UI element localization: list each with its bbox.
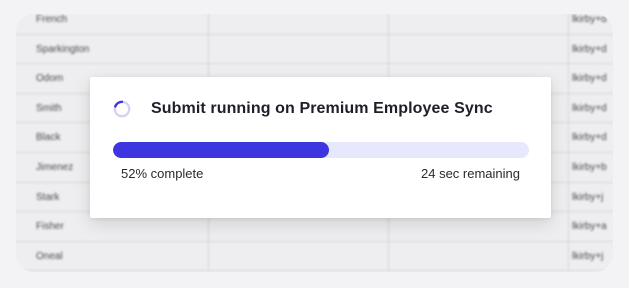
- column-divider: [568, 14, 569, 34]
- column-divider: [208, 241, 209, 271]
- email-cell: lkirby+d: [572, 132, 607, 144]
- email-cell: lkirby+j: [572, 191, 604, 203]
- time-remaining-label: 24 sec remaining: [421, 166, 520, 181]
- column-divider: [568, 64, 569, 93]
- last-name-cell: Stark: [36, 191, 60, 203]
- column-divider: [568, 34, 569, 64]
- app-frame: French lkirby+d Sparkington lkirby+d Odom lki…: [16, 14, 613, 272]
- column-divider: [568, 152, 569, 182]
- table-row[interactable]: Oneal lkirby+j: [16, 241, 613, 272]
- email-cell: lkirby+j: [572, 250, 604, 262]
- progress-dialog: Submit running on Premium Employee Sync …: [90, 77, 551, 218]
- column-divider: [568, 123, 569, 152]
- loading-spinner-icon: [113, 100, 131, 118]
- percent-complete-label: 52% complete: [121, 166, 204, 181]
- last-name-cell: Odom: [36, 73, 64, 85]
- column-divider: [568, 182, 569, 212]
- column-divider: [208, 34, 209, 64]
- email-cell: lkirby+d: [572, 73, 607, 85]
- last-name-cell: French: [36, 14, 68, 25]
- email-cell: lkirby+d: [572, 14, 607, 25]
- dialog-title: Submit running on Premium Employee Sync: [151, 100, 493, 117]
- email-cell: lkirby+d: [572, 102, 607, 114]
- last-name-cell: Sparkington: [36, 43, 90, 55]
- last-name-cell: Oneal: [36, 250, 63, 262]
- progress-bar-fill: [113, 142, 330, 158]
- email-cell: lkirby+b: [572, 161, 607, 173]
- table-row[interactable]: French lkirby+d: [16, 14, 613, 35]
- column-divider: [388, 34, 389, 64]
- email-cell: lkirby+a: [572, 221, 607, 233]
- column-divider: [208, 14, 209, 34]
- column-divider: [568, 212, 569, 241]
- column-divider: [568, 241, 569, 271]
- column-divider: [568, 93, 569, 123]
- table-row[interactable]: Sparkington lkirby+d: [16, 34, 613, 65]
- last-name-cell: Smith: [36, 102, 62, 114]
- column-divider: [388, 241, 389, 271]
- column-divider: [388, 14, 389, 34]
- progress-bar: [113, 142, 529, 158]
- email-cell: lkirby+d: [572, 43, 607, 55]
- last-name-cell: Fisher: [36, 221, 64, 233]
- last-name-cell: Jimenez: [36, 161, 74, 173]
- last-name-cell: Black: [36, 132, 61, 144]
